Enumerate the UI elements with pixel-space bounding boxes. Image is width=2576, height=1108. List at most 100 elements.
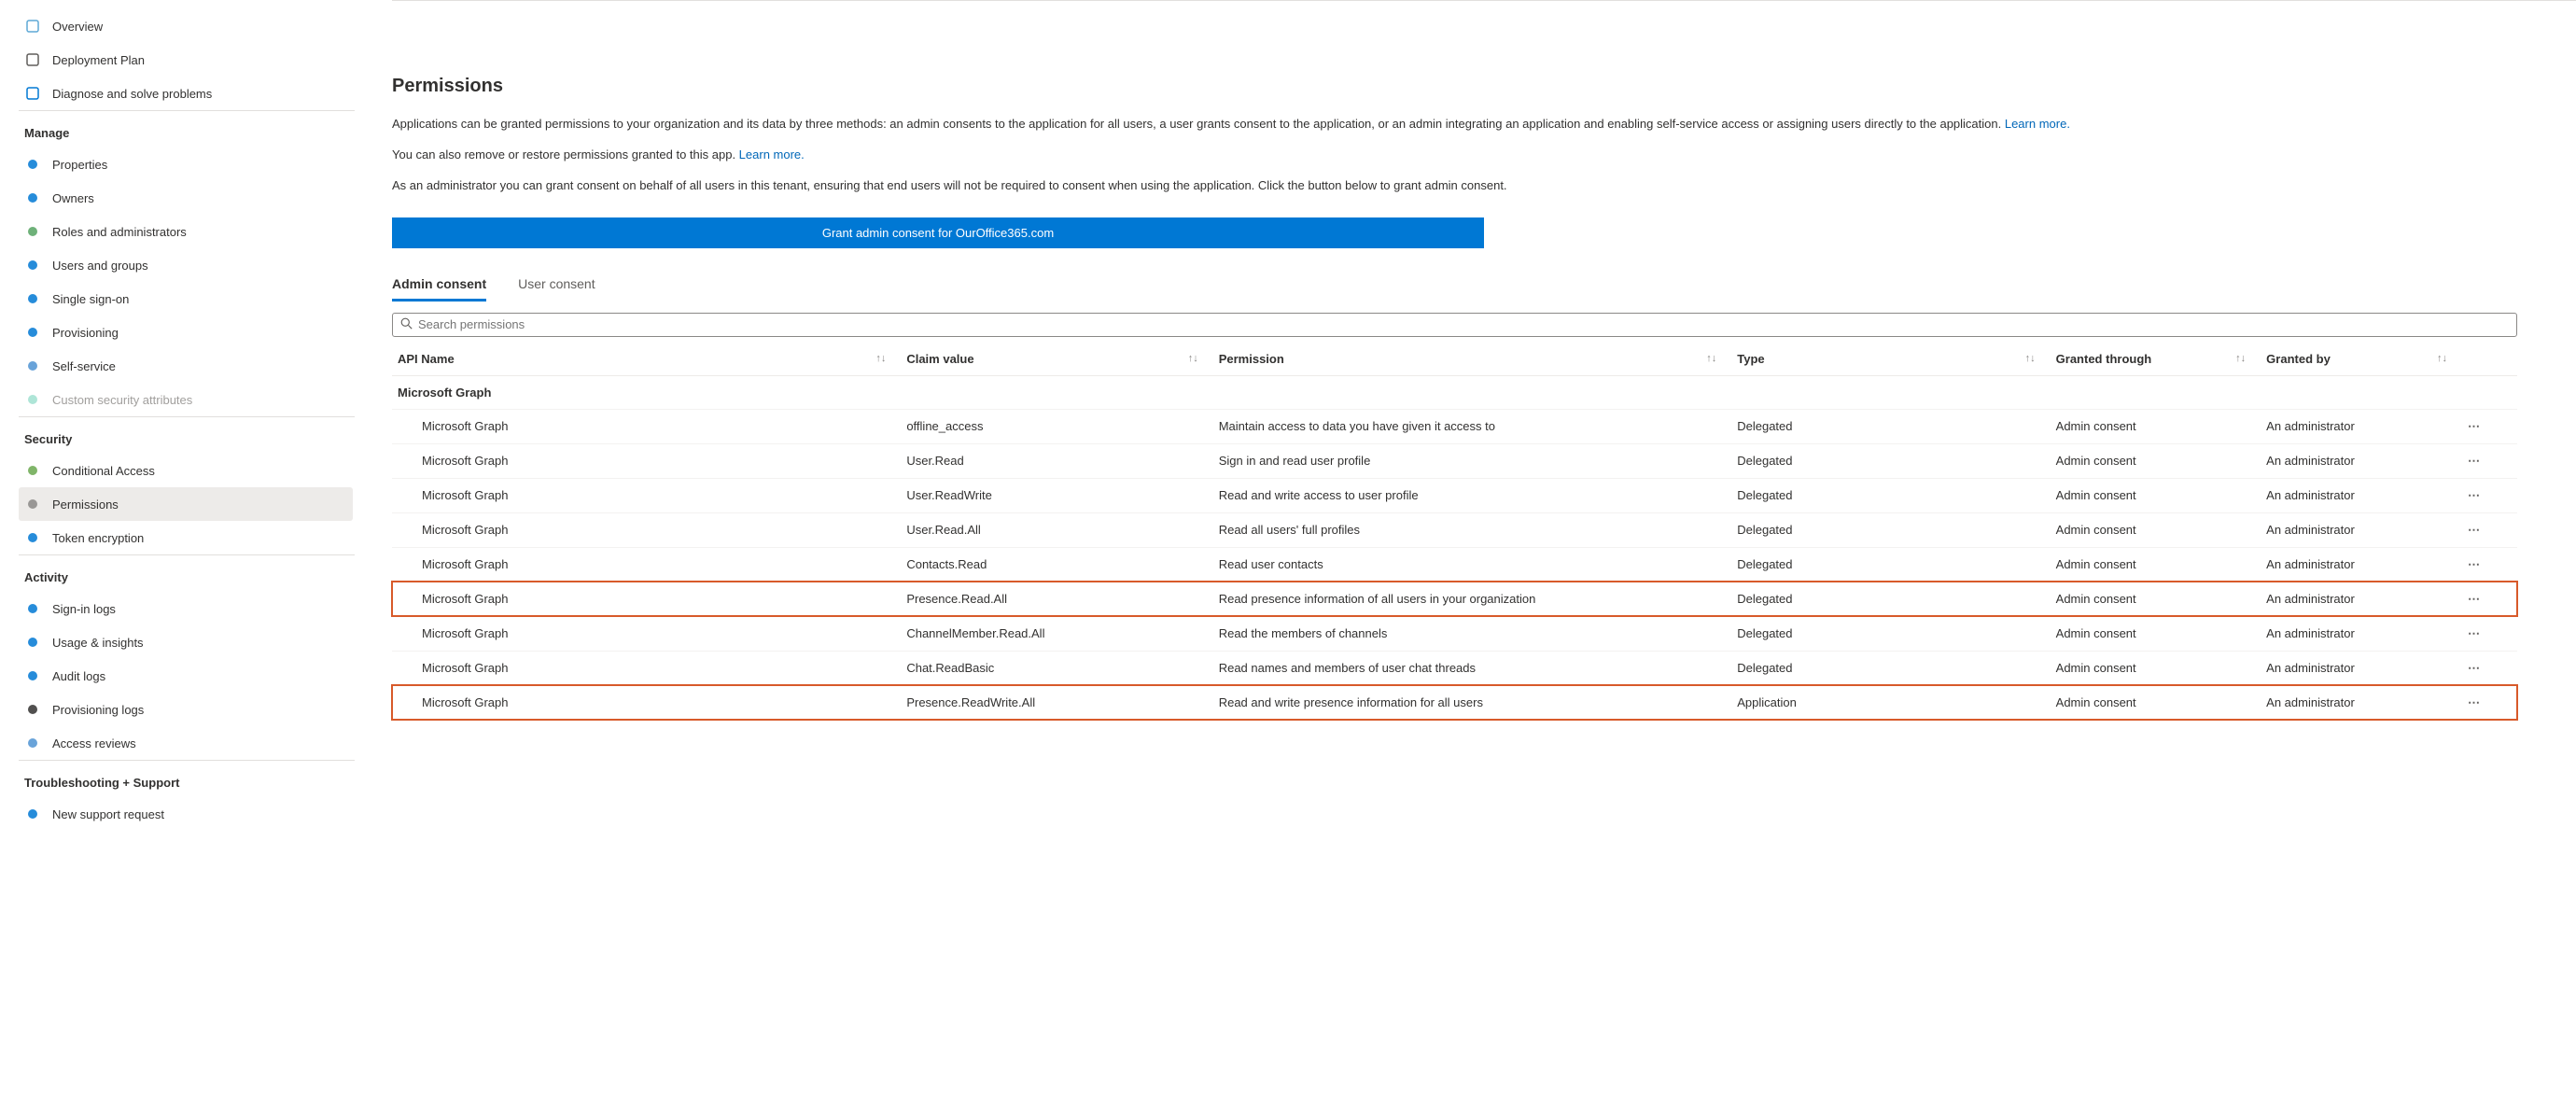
sidebar-item-usage-insights[interactable]: Usage & insights bbox=[19, 625, 353, 659]
sidebar-item-label: Custom security attributes bbox=[52, 393, 192, 407]
cell-type: Delegated bbox=[1731, 478, 2050, 512]
cell-granted-by: An administrator bbox=[2261, 409, 2462, 443]
more-actions-icon[interactable]: ⋯ bbox=[2468, 419, 2481, 433]
sort-icon[interactable]: ↑↓ bbox=[875, 353, 886, 364]
cell-granted-by: An administrator bbox=[2261, 651, 2462, 685]
cell-api-name: Microsoft Graph bbox=[392, 547, 901, 582]
cell-granted-through: Admin consent bbox=[2051, 651, 2261, 685]
cell-claim-value: offline_access bbox=[901, 409, 1212, 443]
sidebar-item-owners[interactable]: Owners bbox=[19, 181, 353, 215]
api-group-header: Microsoft Graph bbox=[392, 375, 2517, 409]
sort-icon[interactable]: ↑↓ bbox=[1188, 353, 1198, 364]
sidebar-item-single-sign-on[interactable]: Single sign-on bbox=[19, 282, 353, 316]
cell-granted-by: An administrator bbox=[2261, 478, 2462, 512]
sidebar-item-label: Deployment Plan bbox=[52, 53, 145, 67]
desc-1-text: Applications can be granted permissions … bbox=[392, 117, 2005, 131]
permission-row[interactable]: Microsoft GraphUser.ReadSign in and read… bbox=[392, 443, 2517, 478]
cell-api-name: Microsoft Graph bbox=[392, 685, 901, 720]
cell-type: Delegated bbox=[1731, 512, 2050, 547]
sidebar-item-new-support-request[interactable]: New support request bbox=[19, 797, 353, 831]
permission-row[interactable]: Microsoft GraphChannelMember.Read.AllRea… bbox=[392, 616, 2517, 651]
sidebar-item-label: Access reviews bbox=[52, 736, 136, 750]
permission-row[interactable]: Microsoft GraphPresence.ReadWrite.AllRea… bbox=[392, 685, 2517, 720]
learn-more-link-2[interactable]: Learn more. bbox=[739, 147, 805, 161]
sidebar-item-label: Provisioning bbox=[52, 326, 119, 340]
column-header-label: Claim value bbox=[906, 352, 973, 366]
sidebar-item-label: Owners bbox=[52, 191, 94, 205]
more-actions-icon[interactable]: ⋯ bbox=[2468, 661, 2481, 675]
column-header-permission[interactable]: Permission↑↓ bbox=[1213, 343, 1732, 376]
more-actions-icon[interactable]: ⋯ bbox=[2468, 454, 2481, 468]
learn-more-link-1[interactable]: Learn more. bbox=[2005, 117, 2070, 131]
cell-api-name: Microsoft Graph bbox=[392, 478, 901, 512]
desc-paragraph-2: You can also remove or restore permissio… bbox=[392, 147, 2539, 164]
sidebar-item-conditional-access[interactable]: Conditional Access bbox=[19, 454, 353, 487]
more-actions-icon[interactable]: ⋯ bbox=[2468, 488, 2481, 502]
cell-type: Delegated bbox=[1731, 547, 2050, 582]
sidebar-icon bbox=[24, 324, 41, 341]
sort-icon[interactable]: ↑↓ bbox=[2025, 353, 2036, 364]
search-permissions-wrapper[interactable] bbox=[392, 313, 2517, 337]
cell-permission: Read user contacts bbox=[1213, 547, 1732, 582]
sidebar-group-troubleshooting-support: Troubleshooting + Support bbox=[19, 763, 355, 797]
sidebar-item-provisioning-logs[interactable]: Provisioning logs bbox=[19, 693, 353, 726]
more-actions-icon[interactable]: ⋯ bbox=[2468, 695, 2481, 709]
grant-admin-consent-button[interactable]: Grant admin consent for OurOffice365.com bbox=[392, 217, 1484, 248]
sidebar-item-properties[interactable]: Properties bbox=[19, 147, 353, 181]
tab-user-consent[interactable]: User consent bbox=[518, 271, 595, 302]
sidebar-icon bbox=[24, 85, 41, 102]
sidebar-icon bbox=[24, 634, 41, 651]
desc-paragraph-3: As an administrator you can grant consen… bbox=[392, 177, 2539, 195]
permission-row[interactable]: Microsoft GraphUser.ReadWriteRead and wr… bbox=[392, 478, 2517, 512]
sidebar-icon bbox=[24, 223, 41, 240]
sort-icon[interactable]: ↑↓ bbox=[2437, 353, 2447, 364]
sidebar-item-permissions[interactable]: Permissions bbox=[19, 487, 353, 521]
tab-admin-consent[interactable]: Admin consent bbox=[392, 271, 486, 302]
more-actions-icon[interactable]: ⋯ bbox=[2468, 626, 2481, 640]
sidebar-item-users-and-groups[interactable]: Users and groups bbox=[19, 248, 353, 282]
search-permissions-input[interactable] bbox=[418, 317, 2509, 331]
sidebar-item-label: Single sign-on bbox=[52, 292, 129, 306]
permission-row[interactable]: Microsoft GraphUser.Read.AllRead all use… bbox=[392, 512, 2517, 547]
column-header-type[interactable]: Type↑↓ bbox=[1731, 343, 2050, 376]
row-actions: ⋯ bbox=[2462, 443, 2517, 478]
permission-row[interactable]: Microsoft GraphChat.ReadBasicRead names … bbox=[392, 651, 2517, 685]
column-header-granted-through[interactable]: Granted through ↑↓ bbox=[2051, 343, 2261, 376]
cell-permission: Read the members of channels bbox=[1213, 616, 1732, 651]
cell-api-name: Microsoft Graph bbox=[392, 582, 901, 616]
sidebar-item-deployment-plan[interactable]: Deployment Plan bbox=[19, 43, 362, 77]
cell-claim-value: User.Read bbox=[901, 443, 1212, 478]
column-header-granted-by[interactable]: Granted by↑↓ bbox=[2261, 343, 2462, 376]
sidebar-item-diagnose-and-solve-problems[interactable]: Diagnose and solve problems bbox=[19, 77, 362, 110]
sidebar-item-token-encryption[interactable]: Token encryption bbox=[19, 521, 353, 554]
sidebar-item-label: Diagnose and solve problems bbox=[52, 87, 212, 101]
permission-row[interactable]: Microsoft Graphoffline_accessMaintain ac… bbox=[392, 409, 2517, 443]
sidebar-group-security: Security bbox=[19, 419, 355, 454]
sidebar-item-provisioning[interactable]: Provisioning bbox=[19, 316, 353, 349]
sidebar-group-activity: Activity bbox=[19, 557, 355, 592]
sort-icon[interactable]: ↑↓ bbox=[2235, 353, 2246, 364]
column-header-label: Granted through bbox=[2056, 352, 2152, 366]
sidebar-item-roles-and-administrators[interactable]: Roles and administrators bbox=[19, 215, 353, 248]
more-actions-icon[interactable]: ⋯ bbox=[2468, 523, 2481, 537]
permission-row[interactable]: Microsoft GraphContacts.ReadRead user co… bbox=[392, 547, 2517, 582]
more-actions-icon[interactable]: ⋯ bbox=[2468, 592, 2481, 606]
cell-granted-through: Admin consent bbox=[2051, 616, 2261, 651]
cell-permission: Read names and members of user chat thre… bbox=[1213, 651, 1732, 685]
column-header-claim-value[interactable]: Claim value ↑↓ bbox=[901, 343, 1212, 376]
more-actions-icon[interactable]: ⋯ bbox=[2468, 557, 2481, 571]
sidebar-item-label: Self-service bbox=[52, 359, 116, 373]
cell-api-name: Microsoft Graph bbox=[392, 512, 901, 547]
sidebar-item-access-reviews[interactable]: Access reviews bbox=[19, 726, 353, 760]
cell-claim-value: User.Read.All bbox=[901, 512, 1212, 547]
sidebar-item-self-service[interactable]: Self-service bbox=[19, 349, 353, 383]
sidebar-item-overview[interactable]: Overview bbox=[19, 9, 362, 43]
permission-row[interactable]: Microsoft GraphPresence.Read.AllRead pre… bbox=[392, 582, 2517, 616]
cell-granted-through: Admin consent bbox=[2051, 685, 2261, 720]
sidebar-item-label: Roles and administrators bbox=[52, 225, 187, 239]
sort-icon[interactable]: ↑↓ bbox=[1706, 353, 1716, 364]
sidebar-item-label: Overview bbox=[52, 20, 103, 34]
column-header-api-name[interactable]: API Name↑↓ bbox=[392, 343, 901, 376]
sidebar-item-sign-in-logs[interactable]: Sign-in logs bbox=[19, 592, 353, 625]
sidebar-item-audit-logs[interactable]: Audit logs bbox=[19, 659, 353, 693]
